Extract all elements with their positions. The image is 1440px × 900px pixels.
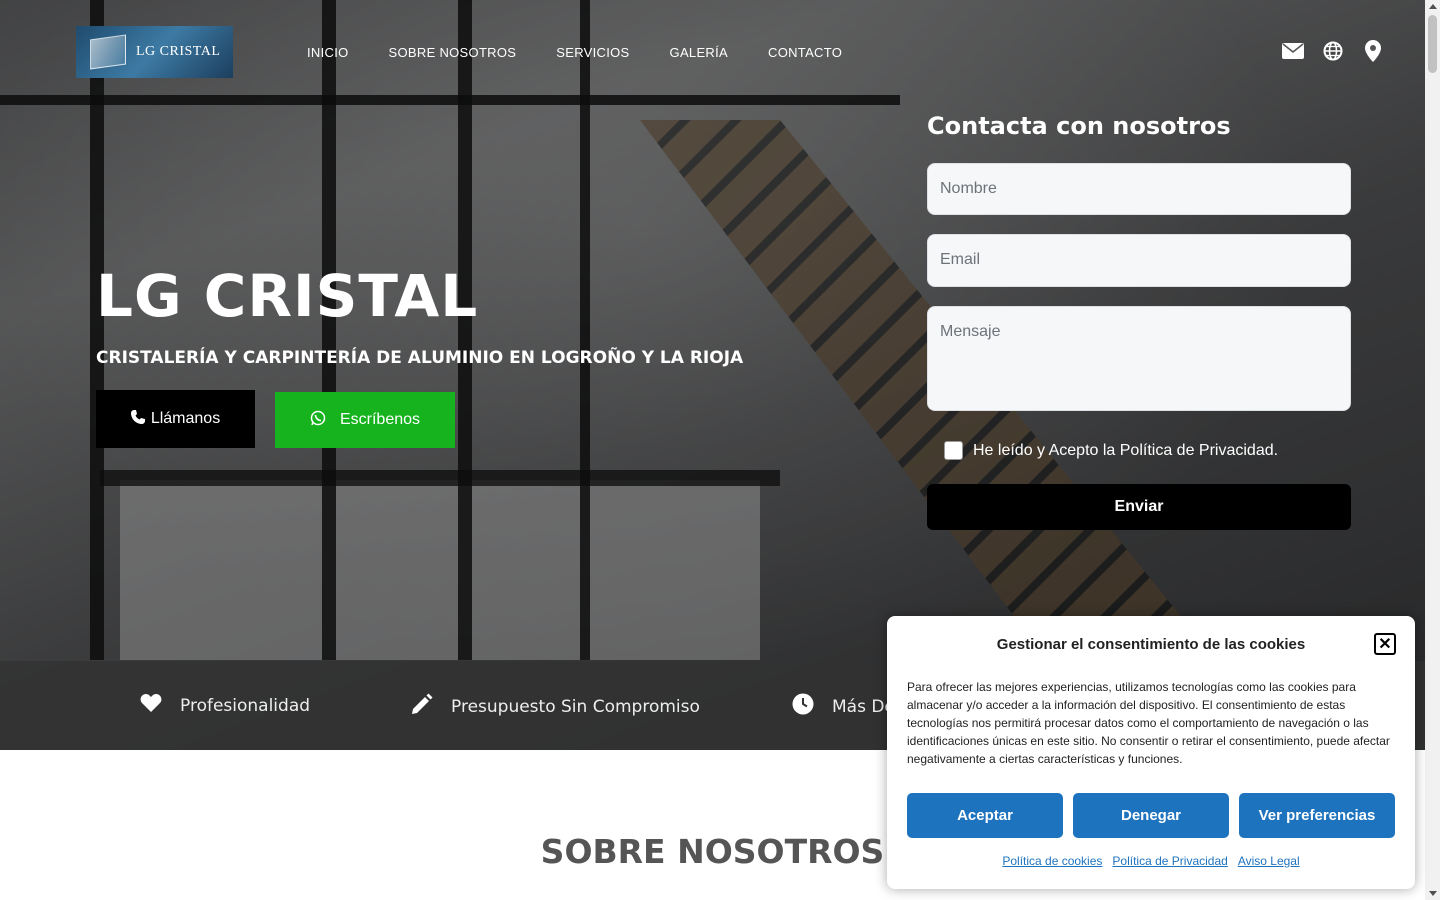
scroll-up-arrow[interactable] bbox=[1429, 4, 1437, 9]
cookie-modal-body: Para ofrecer las mejores experiencias, u… bbox=[907, 680, 1390, 766]
feature-label: Presupuesto Sin Compromiso bbox=[451, 696, 700, 717]
cookie-modal-title: Gestionar el consentimiento de las cooki… bbox=[996, 636, 1306, 653]
privacy-policy-link[interactable]: Política de Privacidad bbox=[1112, 854, 1227, 868]
page-scrollbar[interactable] bbox=[1425, 0, 1440, 900]
pencil-icon bbox=[411, 693, 433, 720]
phone-icon bbox=[130, 409, 145, 429]
call-button[interactable]: Llámanos bbox=[96, 390, 255, 448]
submit-button[interactable]: Enviar bbox=[927, 484, 1351, 530]
map-pin-icon[interactable] bbox=[1362, 40, 1384, 62]
preferences-button[interactable]: Ver preferencias bbox=[1239, 793, 1395, 838]
feature-professionalism: Profesionalidad bbox=[140, 693, 310, 718]
whatsapp-button[interactable]: Escríbenos bbox=[275, 392, 455, 448]
privacy-consent: He leído y Acepto la Política de Privaci… bbox=[944, 441, 1278, 460]
privacy-label: He leído y Acepto la Política de Privaci… bbox=[973, 441, 1279, 459]
hero-subtitle: CRISTALERÍA Y CARPINTERÍA DE ALUMINIO EN… bbox=[96, 348, 744, 368]
whatsapp-icon bbox=[310, 410, 326, 431]
message-field[interactable]: Mensaje bbox=[927, 306, 1351, 411]
call-button-label: Llámanos bbox=[150, 410, 221, 427]
scroll-down-arrow[interactable] bbox=[1429, 891, 1437, 896]
name-field[interactable]: Nombre bbox=[927, 163, 1351, 215]
contact-form-title: Contacta con nosotros bbox=[927, 112, 1231, 140]
envelope-icon[interactable] bbox=[1282, 40, 1304, 62]
globe-icon[interactable] bbox=[1322, 40, 1344, 62]
feature-free-quote: Presupuesto Sin Compromiso bbox=[411, 693, 700, 720]
hero-title: LG CRISTAL bbox=[96, 262, 479, 330]
cookie-modal-links: Política de cookies Política de Privacid… bbox=[887, 854, 1415, 868]
glass-pane-icon bbox=[90, 34, 126, 70]
nav-inicio[interactable]: INICIO bbox=[307, 45, 349, 60]
logo-text: LG CRISTAL bbox=[136, 44, 221, 59]
site-logo[interactable]: LG CRISTAL bbox=[76, 26, 233, 78]
close-icon[interactable]: ✕ bbox=[1374, 633, 1396, 655]
nav-contacto[interactable]: CONTACTO bbox=[768, 45, 842, 60]
deny-cookies-button[interactable]: Denegar bbox=[1073, 793, 1229, 838]
nav-galeria[interactable]: GALERÍA bbox=[670, 45, 728, 60]
feature-label: Profesionalidad bbox=[180, 695, 311, 716]
whatsapp-button-label: Escríbenos bbox=[339, 411, 421, 428]
main-nav: INICIO SOBRE NOSOTROS SERVICIOS GALERÍA … bbox=[307, 45, 842, 60]
feature-label: Más De bbox=[832, 696, 895, 717]
privacy-checkbox[interactable] bbox=[944, 441, 963, 460]
email-field[interactable]: Email bbox=[927, 234, 1351, 287]
header-icons bbox=[1282, 40, 1384, 62]
cookie-consent-modal: Gestionar el consentimiento de las cooki… bbox=[887, 616, 1415, 889]
scrollbar-thumb[interactable] bbox=[1428, 15, 1437, 73]
clock-icon bbox=[792, 693, 814, 720]
accept-cookies-button[interactable]: Aceptar bbox=[907, 793, 1063, 838]
heart-icon bbox=[140, 693, 162, 718]
feature-experience: Más De bbox=[792, 693, 895, 720]
nav-sobre-nosotros[interactable]: SOBRE NOSOTROS bbox=[389, 45, 517, 60]
cookie-policy-link[interactable]: Política de cookies bbox=[1002, 854, 1102, 868]
nav-servicios[interactable]: SERVICIOS bbox=[556, 45, 629, 60]
legal-notice-link[interactable]: Aviso Legal bbox=[1238, 854, 1300, 868]
